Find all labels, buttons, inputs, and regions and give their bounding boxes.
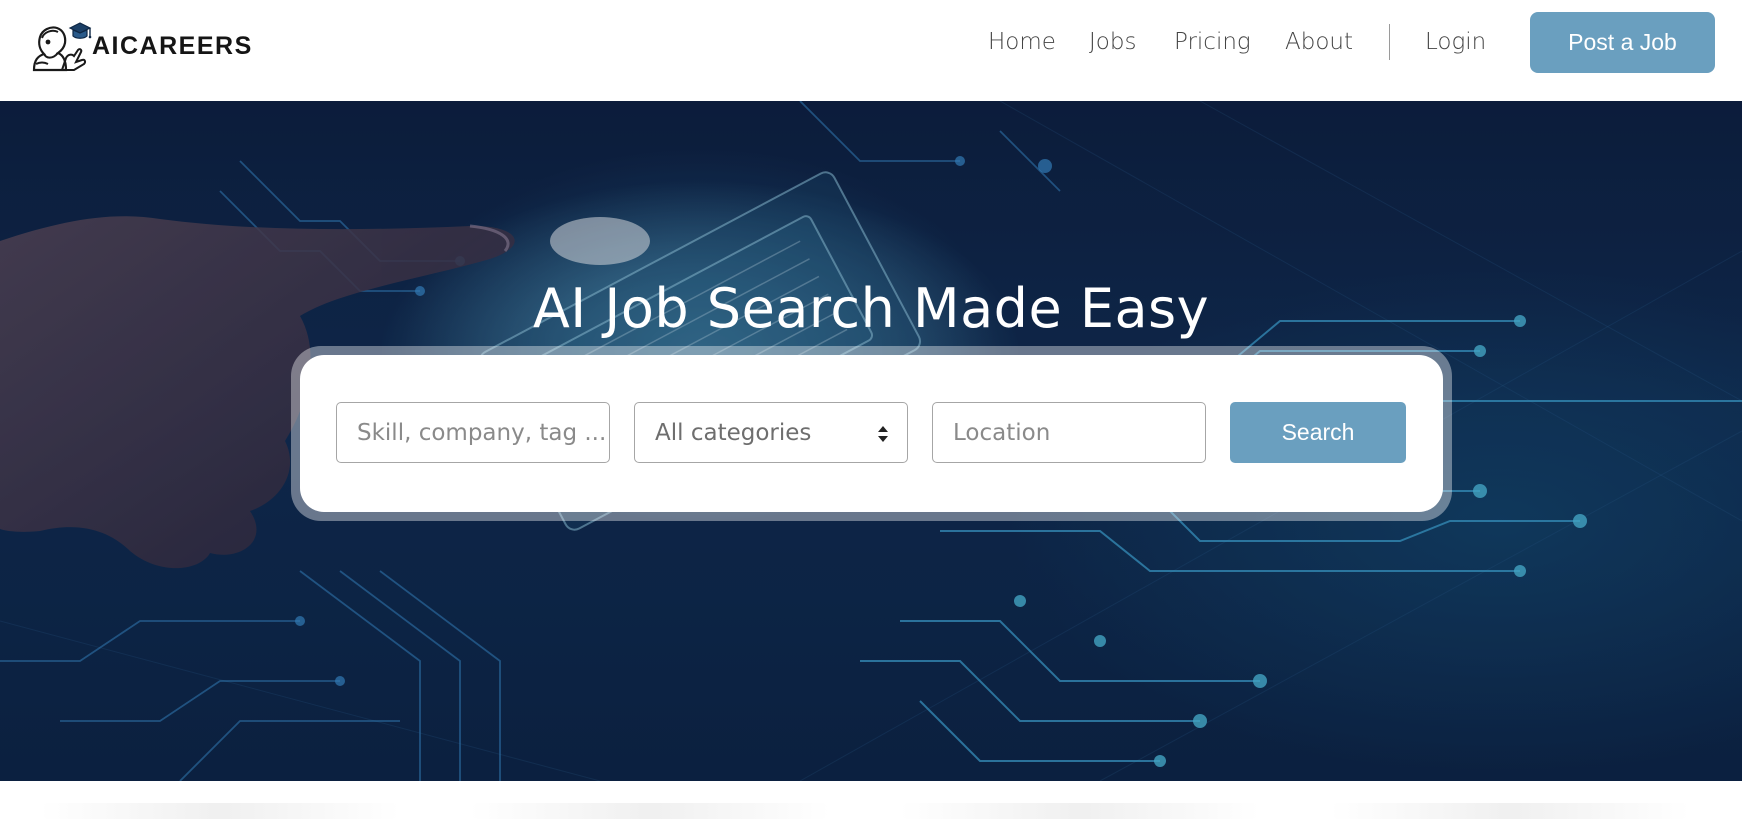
- nav-about-link[interactable]: About: [1285, 24, 1353, 60]
- nav-pricing-link[interactable]: Pricing: [1174, 24, 1251, 60]
- robot-head-graduation-cap-icon: [32, 22, 92, 72]
- nav-login-link[interactable]: Login: [1425, 24, 1486, 60]
- nav-home-link[interactable]: Home: [988, 24, 1056, 60]
- hero-title: AI Job Search Made Easy: [532, 277, 1210, 340]
- site-header: AICAREERS Home Jobs Pricing About Login …: [0, 0, 1742, 101]
- select-arrows-icon: [878, 426, 888, 442]
- preview-card-placeholder: [1330, 803, 1690, 819]
- content-preview-strip: [0, 781, 1742, 833]
- nav-jobs-link[interactable]: Jobs: [1089, 24, 1136, 60]
- preview-card-placeholder: [40, 803, 400, 819]
- keyword-search-input[interactable]: Skill, company, tag ...: [336, 402, 610, 463]
- category-select[interactable]: All categories: [634, 402, 908, 463]
- location-input[interactable]: Location: [932, 402, 1206, 463]
- category-select-value: All categories: [655, 419, 812, 446]
- preview-card-placeholder: [470, 803, 830, 819]
- nav-divider: [1389, 24, 1390, 60]
- brand-name: AICAREERS: [92, 31, 253, 60]
- preview-card-placeholder: [900, 803, 1260, 819]
- search-button[interactable]: Search: [1230, 402, 1406, 463]
- post-job-button[interactable]: Post a Job: [1530, 12, 1715, 73]
- brand-logo[interactable]: AICAREERS: [30, 18, 253, 74]
